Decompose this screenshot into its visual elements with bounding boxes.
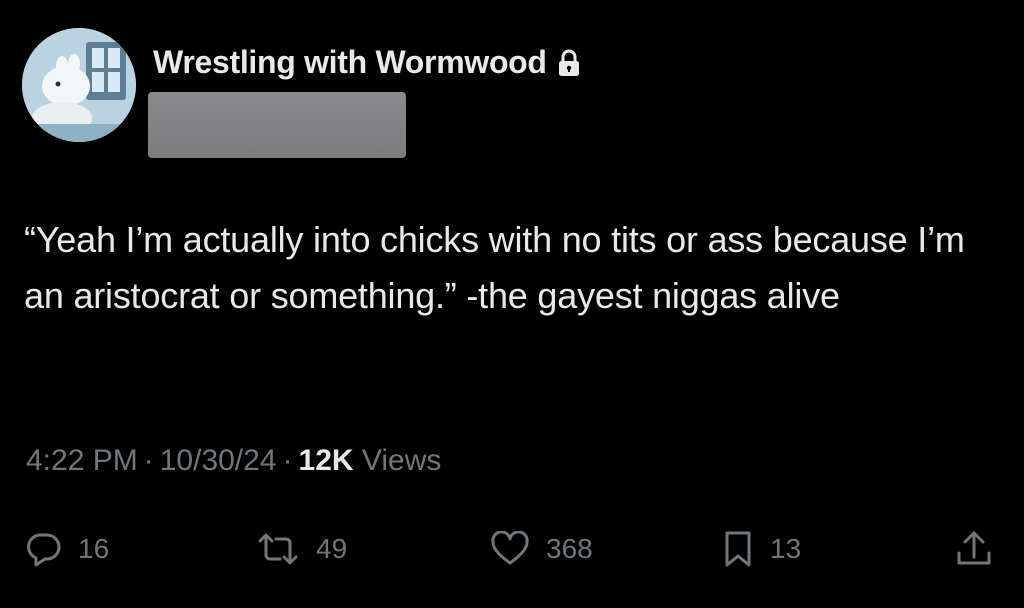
avatar[interactable]	[22, 28, 136, 142]
display-name-row[interactable]: Wrestling with Wormwood	[153, 44, 581, 81]
meta-separator: ·	[282, 444, 293, 477]
share-icon	[957, 531, 991, 565]
reply-count: 16	[78, 533, 110, 564]
tweet-date[interactable]: 10/30/24	[160, 444, 277, 477]
reply-icon	[27, 533, 61, 567]
heart-icon	[491, 531, 529, 565]
share-button[interactable]	[954, 524, 994, 574]
bookmark-button[interactable]: 13	[722, 524, 801, 574]
retweet-button[interactable]: 49	[256, 524, 347, 574]
bookmark-count: 13	[770, 533, 802, 564]
retweet-icon	[258, 533, 298, 565]
like-button[interactable]: 368	[490, 524, 593, 574]
avatar-image	[22, 28, 136, 142]
retweet-count: 49	[316, 533, 348, 564]
tweet-meta: 4:22 PM · 10/30/24 · 12K Views	[26, 444, 441, 478]
tweet-time[interactable]: 4:22 PM	[26, 444, 138, 477]
bookmark-icon	[725, 531, 751, 567]
action-bar: 16 49 368 13	[0, 524, 1024, 574]
reply-button[interactable]: 16	[24, 524, 109, 574]
redacted-handle	[148, 92, 406, 158]
tweet-text: “Yeah I’m actually into chicks with no t…	[24, 219, 965, 316]
display-name[interactable]: Wrestling with Wormwood	[153, 44, 547, 80]
lock-icon	[557, 48, 581, 76]
like-count: 368	[546, 533, 593, 564]
views-label: Views	[361, 444, 442, 477]
views-count: 12K	[298, 444, 354, 477]
meta-separator: ·	[143, 444, 154, 477]
